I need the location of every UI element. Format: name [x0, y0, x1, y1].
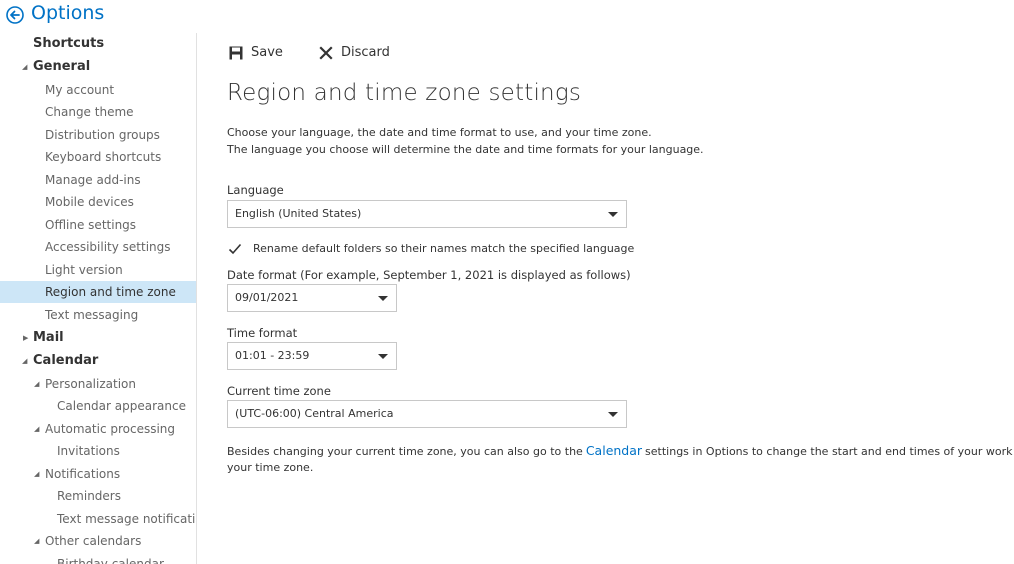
sidebar-item-label: Automatic processing [45, 422, 176, 436]
triangle-expanded-icon[interactable]: ◢ [34, 463, 39, 485]
sidebar-item-label: Calendar appearance [57, 399, 186, 413]
save-button[interactable]: Save [229, 44, 283, 62]
sidebar-item-label: Birthday calendar [57, 557, 164, 564]
sidebar-item-label: General [33, 59, 91, 74]
description-line-1: Choose your language, the date and time … [227, 126, 652, 139]
time-format-value: 01:01 - 23:59 [235, 349, 310, 362]
date-format-value: 09/01/2021 [235, 291, 299, 304]
triangle-collapsed-icon[interactable]: ▶ [23, 327, 28, 349]
time-zone-value: (UTC-06:00) Central America [235, 407, 394, 420]
sidebar-item-label: Accessibility settings [45, 240, 171, 254]
sidebar-item-notifications[interactable]: ◢ Notifications [0, 463, 196, 485]
language-label: Language [227, 183, 284, 197]
sidebar-item-other-calendars[interactable]: ◢ Other calendars [0, 530, 196, 552]
sidebar-item-label: Text message notifications [57, 512, 196, 526]
footer-note-line-2: your time zone. [227, 461, 314, 474]
sidebar-item-calendar[interactable]: ◢ Calendar [0, 350, 196, 372]
page-title: Region and time zone settings [227, 80, 582, 106]
sidebar-item-personalization[interactable]: ◢ Personalization [0, 373, 196, 395]
chevron-down-icon [608, 212, 618, 217]
sidebar-item-mail[interactable]: ▶ Mail [0, 327, 196, 349]
sidebar-item-reminders[interactable]: Reminders [0, 485, 196, 507]
sidebar-item-region-and-time-zone[interactable]: Region and time zone [0, 281, 196, 303]
sidebar-item-label: Text messaging [45, 308, 139, 322]
settings-panel: Save Discard Region and time zone settin… [197, 0, 1014, 564]
triangle-expanded-icon[interactable]: ◢ [34, 530, 39, 552]
calendar-settings-link[interactable]: Calendar [586, 443, 642, 458]
sidebar-item-label: Reminders [57, 489, 121, 503]
sidebar-item-offline-settings[interactable]: Offline settings [0, 214, 196, 236]
time-format-label: Time format [227, 326, 298, 340]
save-icon [229, 46, 243, 60]
checkmark-icon [228, 243, 242, 255]
sidebar-item-accessibility-settings[interactable]: Accessibility settings [0, 236, 196, 258]
chevron-down-icon [378, 296, 388, 301]
time-zone-label: Current time zone [227, 384, 331, 398]
sidebar-item-keyboard-shortcuts[interactable]: Keyboard shortcuts [0, 146, 196, 168]
sidebar-item-label: Region and time zone [45, 285, 176, 299]
triangle-expanded-icon[interactable]: ◢ [34, 373, 39, 395]
sidebar-item-label: Keyboard shortcuts [45, 150, 162, 164]
time-format-select[interactable]: 01:01 - 23:59 [227, 342, 397, 370]
footer-note: Besides changing your current time zone,… [227, 443, 1014, 458]
sidebar-item-label: Invitations [57, 444, 120, 458]
sidebar-item-label: Manage add-ins [45, 173, 141, 187]
sidebar-item-label: Mobile devices [45, 195, 134, 209]
save-label: Save [251, 45, 283, 60]
footer-text-before: Besides changing your current time zone,… [227, 445, 583, 458]
discard-icon [319, 46, 333, 60]
chevron-down-icon [608, 412, 618, 417]
sidebar-item-label: Light version [45, 263, 123, 277]
discard-button[interactable]: Discard [319, 44, 390, 62]
sidebar-item-birthday-calendar[interactable]: Birthday calendar [0, 553, 196, 564]
sidebar-item-invitations[interactable]: Invitations [0, 440, 196, 462]
options-sidebar: Shortcuts ◢ General My account Change th… [0, 33, 197, 564]
date-format-select[interactable]: 09/01/2021 [227, 284, 397, 312]
rename-folders-checkbox[interactable] [227, 241, 243, 257]
date-format-label: Date format (For example, September 1, 2… [227, 268, 631, 282]
triangle-expanded-icon[interactable]: ◢ [34, 418, 39, 440]
sidebar-item-light-version[interactable]: Light version [0, 259, 196, 281]
rename-folders-label: Rename default folders so their names ma… [253, 242, 635, 255]
sidebar-item-label: Personalization [45, 377, 136, 391]
sidebar-item-text-messaging[interactable]: Text messaging [0, 304, 196, 326]
back-arrow-icon[interactable] [6, 6, 24, 24]
language-select[interactable]: English (United States) [227, 200, 627, 228]
triangle-expanded-icon[interactable]: ◢ [22, 350, 27, 372]
time-zone-select[interactable]: (UTC-06:00) Central America [227, 400, 627, 428]
sidebar-item-label: Shortcuts [33, 36, 105, 51]
description-line-2: The language you choose will determine t… [227, 143, 704, 156]
sidebar-item-distribution-groups[interactable]: Distribution groups [0, 124, 196, 146]
sidebar-item-automatic-processing[interactable]: ◢ Automatic processing [0, 418, 196, 440]
sidebar-item-text-message-notifications[interactable]: Text message notifications [0, 508, 196, 530]
sidebar-item-general[interactable]: ◢ General [0, 56, 196, 78]
sidebar-item-shortcuts[interactable]: Shortcuts [0, 33, 196, 55]
sidebar-item-label: Change theme [45, 105, 134, 119]
sidebar-item-label: Mail [33, 330, 64, 345]
options-title[interactable]: Options [31, 2, 104, 24]
triangle-expanded-icon[interactable]: ◢ [22, 56, 27, 78]
discard-label: Discard [341, 45, 390, 60]
sidebar-item-label: Calendar [33, 353, 99, 368]
sidebar-item-change-theme[interactable]: Change theme [0, 101, 196, 123]
language-value: English (United States) [235, 207, 362, 220]
footer-text-after: settings in Options to change the start … [645, 445, 1014, 458]
sidebar-item-label: Other calendars [45, 534, 142, 548]
sidebar-item-label: Distribution groups [45, 128, 160, 142]
sidebar-item-manage-add-ins[interactable]: Manage add-ins [0, 169, 196, 191]
sidebar-item-label: Notifications [45, 467, 121, 481]
chevron-down-icon [378, 354, 388, 359]
sidebar-item-calendar-appearance[interactable]: Calendar appearance [0, 395, 196, 417]
sidebar-item-label: Offline settings [45, 218, 137, 232]
sidebar-item-my-account[interactable]: My account [0, 79, 196, 101]
sidebar-item-mobile-devices[interactable]: Mobile devices [0, 191, 196, 213]
options-header: Options [0, 0, 200, 28]
sidebar-item-label: My account [45, 83, 115, 97]
